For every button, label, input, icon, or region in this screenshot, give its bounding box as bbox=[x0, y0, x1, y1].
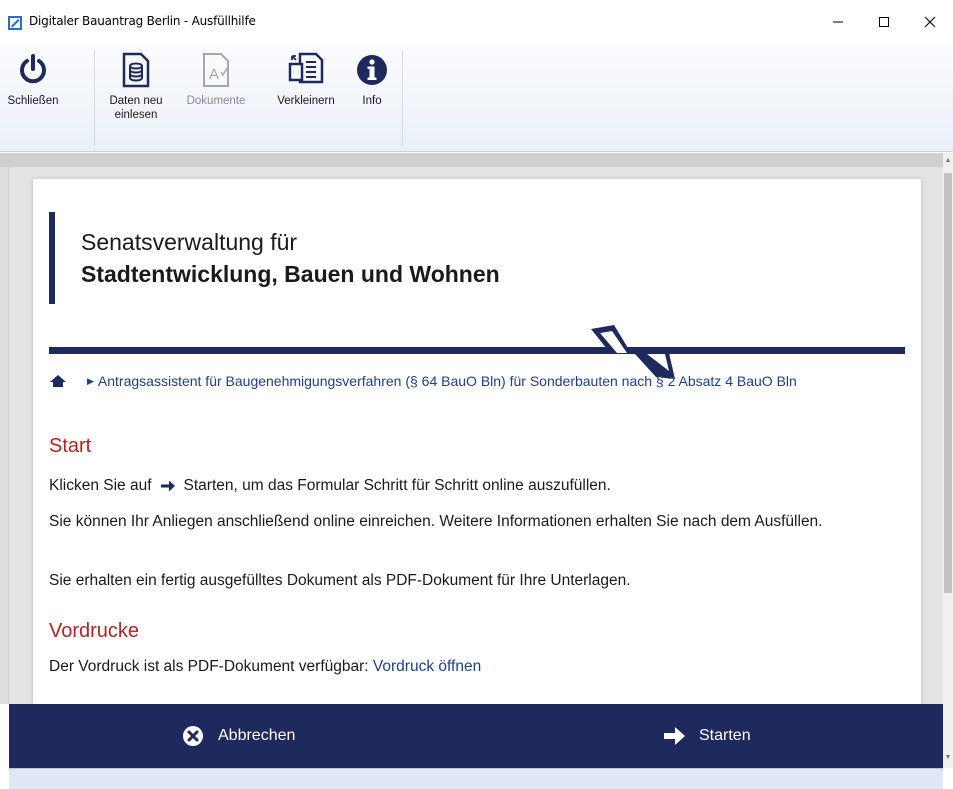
title-bar: Digitaler Bauantrag Berlin - Ausfüllhilf… bbox=[0, 0, 953, 44]
status-bar bbox=[9, 768, 943, 789]
arrow-right-icon bbox=[160, 480, 175, 492]
home-icon[interactable] bbox=[49, 374, 67, 388]
start-instruction-before: Klicken Sie auf bbox=[49, 477, 152, 494]
database-document-icon bbox=[116, 50, 156, 90]
cancel-circle-icon bbox=[180, 723, 206, 749]
start-instruction: Klicken Sie auf Starten, um das Formular… bbox=[49, 476, 611, 496]
action-bar: Abbrechen Starten bbox=[9, 704, 943, 768]
start-instruction-after: Starten, um das Formular Schritt für Sch… bbox=[183, 477, 611, 494]
documents-label: Dokumente bbox=[186, 95, 246, 107]
org-name-line2: Stadtentwicklung, Bauen und Wohnen bbox=[81, 261, 500, 287]
maximize-icon bbox=[879, 17, 889, 27]
cancel-label: Abbrechen bbox=[218, 727, 296, 744]
start-label: Starten bbox=[699, 727, 751, 744]
ribbon-toolbar: Schließen Daten neu einlesen A Dokumente bbox=[0, 44, 953, 152]
vertical-scrollbar[interactable]: ▲ ▼ bbox=[943, 153, 953, 768]
form-card: Senatsverwaltung für Stadtentwicklung, B… bbox=[33, 179, 921, 704]
vordruck-text: Der Vordruck ist als PDF-Dokument verfüg… bbox=[49, 657, 481, 677]
info-icon bbox=[352, 50, 392, 90]
pdf-info-text: Sie erhalten ein fertig ausgefülltes Dok… bbox=[49, 572, 631, 589]
scrollbar-thumb[interactable] bbox=[944, 173, 952, 593]
documents-button[interactable]: A Dokumente bbox=[172, 50, 260, 108]
content-viewport[interactable]: Senatsverwaltung für Stadtentwicklung, B… bbox=[0, 153, 943, 704]
close-app-label: Schließen bbox=[7, 95, 59, 107]
scroll-down-arrow-icon[interactable]: ▼ bbox=[943, 754, 953, 764]
start-heading: Start bbox=[49, 435, 92, 457]
window-title: Digitaler Bauantrag Berlin - Ausfüllhilf… bbox=[29, 14, 256, 28]
info-button[interactable]: Info bbox=[352, 50, 392, 108]
shrink-document-icon bbox=[286, 50, 326, 90]
scroll-up-arrow-icon[interactable]: ▲ bbox=[943, 157, 953, 167]
info-label: Info bbox=[362, 95, 382, 107]
reload-data-label: Daten neu einlesen bbox=[109, 95, 163, 121]
power-icon bbox=[13, 50, 53, 90]
breadcrumb: ▶ Antragsassistent für Baugenehmigungsve… bbox=[49, 373, 797, 389]
start-button[interactable]: Starten bbox=[661, 704, 751, 768]
org-accent-bar bbox=[49, 212, 55, 304]
org-name-line1: Senatsverwaltung für bbox=[81, 229, 298, 255]
minimize-icon bbox=[833, 21, 843, 23]
shrink-label: Verkleinern bbox=[277, 95, 335, 107]
submit-info-text: Sie können Ihr Anliegen anschließend onl… bbox=[49, 513, 823, 530]
ribbon-separator bbox=[94, 50, 95, 146]
arrow-right-icon bbox=[661, 723, 687, 749]
shrink-button[interactable]: Verkleinern bbox=[268, 50, 344, 108]
berlin-banner-line bbox=[49, 325, 905, 379]
close-window-button[interactable] bbox=[907, 0, 953, 44]
document-text-icon: A bbox=[196, 50, 236, 90]
vordrucke-heading: Vordrucke bbox=[49, 620, 140, 642]
reload-data-button[interactable]: Daten neu einlesen bbox=[104, 50, 168, 122]
close-icon bbox=[924, 16, 936, 28]
minimize-button[interactable] bbox=[815, 0, 861, 44]
close-app-button[interactable]: Schließen bbox=[7, 50, 59, 108]
breadcrumb-item[interactable]: Antragsassistent für Baugenehmigungsverf… bbox=[98, 373, 797, 389]
open-vordruck-link[interactable]: Vordruck öffnen bbox=[373, 658, 481, 675]
viewport-top-strip bbox=[0, 153, 943, 167]
ribbon-separator bbox=[402, 50, 403, 146]
vordruck-text-before: Der Vordruck ist als PDF-Dokument verfüg… bbox=[49, 658, 369, 675]
breadcrumb-arrow-icon: ▶ bbox=[87, 375, 94, 386]
cancel-button[interactable]: Abbrechen bbox=[180, 704, 295, 768]
svg-text:A: A bbox=[209, 66, 219, 83]
viewport-left-edge bbox=[0, 167, 9, 704]
app-icon bbox=[8, 16, 22, 30]
maximize-button[interactable] bbox=[861, 0, 907, 44]
